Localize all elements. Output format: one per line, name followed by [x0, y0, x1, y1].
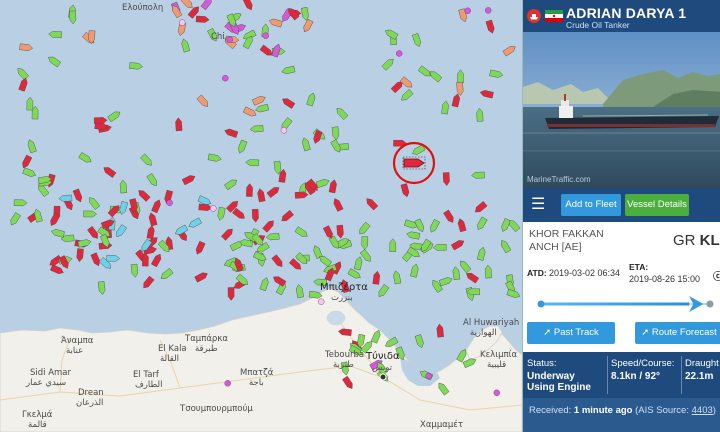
- ais-source-prefix: (AIS Source:: [635, 405, 689, 416]
- label-annaba-ar: عنابة: [66, 346, 84, 356]
- label-tunis: Τύνιδα: [366, 351, 400, 362]
- draught-label: Draught: [685, 358, 719, 369]
- received-label: Received:: [529, 405, 572, 416]
- label-tebourba: Tebourba: [325, 350, 365, 360]
- label-bizerte: Μπιζέρτα: [320, 282, 368, 293]
- anchored-vessel-marker[interactable]: [464, 7, 471, 15]
- tunis-port-marker[interactable]: [379, 373, 387, 381]
- map-view[interactable]: Ελούπολη Chi Μπιζέρτα بنزرت Άναμπα عنابة…: [0, 0, 522, 432]
- label-annaba: Άναμπα: [61, 336, 94, 346]
- past-track-button[interactable]: ➚ Past Track: [527, 322, 615, 344]
- tanker-type-icon: [527, 9, 541, 23]
- status-value-line1: Underway: [527, 371, 575, 382]
- anchored-vessel-marker[interactable]: [262, 32, 269, 39]
- vessel-type: Crude Oil Tanker: [566, 20, 630, 30]
- label-drean: Drean: [78, 388, 104, 398]
- ais-source-suffix: ): [712, 405, 716, 416]
- anchored-vessel-marker[interactable]: [493, 389, 500, 396]
- label-kelibia: Κελιμπία: [480, 350, 518, 360]
- route-progress-fill: [541, 302, 690, 306]
- track-buttons: ➚ Past Track ➚ Route Forecast: [523, 318, 720, 352]
- atd-label: ATD:: [527, 268, 547, 278]
- eta-value: 2019-08-26 15:00: [629, 274, 701, 284]
- destination-port: KLX: [699, 232, 720, 249]
- past-track-label: Past Track: [553, 327, 599, 338]
- speed-course-label: Speed/Course:: [611, 358, 675, 369]
- anchored-vessel-marker[interactable]: [224, 380, 231, 387]
- route-forecast-icon: ➚: [641, 327, 652, 338]
- destination-country: GR: [673, 232, 696, 249]
- label-al-huwariyah-ar: الهوارية: [470, 328, 497, 338]
- label-bizerte-ar: بنزرت: [331, 293, 353, 303]
- received-info: Received: 1 minute ago (AIS Source: 4403…: [523, 398, 720, 432]
- label-el-tarf-ar: الطارف: [135, 380, 163, 390]
- iran-flag-icon: [545, 10, 563, 22]
- anchored-vessel-marker[interactable]: [226, 36, 234, 43]
- draught-value: 22.1m: [685, 371, 714, 382]
- anchored-vessel-marker[interactable]: [222, 74, 229, 82]
- origin-dot: [537, 300, 545, 308]
- label-el-tarf: El Tarf: [133, 370, 159, 380]
- destination-code[interactable]: GR KLX: [673, 232, 720, 249]
- label-eloupole: Ελούπολη: [122, 3, 164, 13]
- bizerte-lagoon: [326, 310, 346, 326]
- label-drean-ar: الذرعان: [76, 398, 104, 408]
- photo-watermark: MarineTraffic.com: [527, 175, 591, 184]
- label-chi: Chi: [211, 32, 225, 42]
- eta-label: ETA:: [629, 262, 649, 272]
- label-sidi-amar: Sidi Amar: [30, 368, 72, 378]
- status-divider-2: [681, 356, 682, 394]
- anchored-vessel-marker[interactable]: [178, 19, 186, 26]
- label-tebourba-ar: طبربة: [333, 360, 354, 370]
- label-tabarka: Ταμπάρκα: [185, 334, 228, 344]
- anchored-vessel-marker[interactable]: [210, 205, 217, 212]
- vessel-name: ADRIAN DARYA 1: [566, 5, 687, 21]
- anchored-vessel-marker[interactable]: [396, 50, 403, 57]
- vessel-details-button[interactable]: Vessel Details: [625, 194, 689, 216]
- destination-dot: [706, 300, 714, 308]
- label-tabarka-ar: طبرقة: [195, 344, 218, 354]
- route-forecast-label: Route Forecast: [651, 327, 717, 338]
- anchored-vessel-marker[interactable]: [485, 7, 492, 14]
- status-divider-1: [607, 356, 608, 394]
- status-value-line2: Using Engine: [527, 382, 591, 393]
- label-guelma: Γκελμά: [22, 410, 53, 420]
- anchored-vessel-marker[interactable]: [425, 372, 432, 380]
- label-al-huwariyah: Al Huwariyah: [463, 318, 520, 328]
- label-el-kala-ar: القالة: [160, 354, 179, 364]
- label-tsoubourboum: Τσουμπουρμπούμ: [180, 404, 253, 414]
- vessel-info-panel: ADRIAN DARYA 1 Crude Oil Tanker MarineTr…: [522, 0, 720, 432]
- label-guelma-ar: قالمة: [28, 420, 47, 430]
- route-forecast-button[interactable]: ➚ Route Forecast: [635, 322, 720, 344]
- label-beja-ar: باجة: [249, 378, 264, 388]
- label-tunis-ar: تونس: [372, 363, 392, 373]
- route-progress-bar: [523, 294, 720, 318]
- vessel-header: ADRIAN DARYA 1 Crude Oil Tanker: [523, 0, 720, 32]
- past-track-icon: ➚: [543, 327, 554, 338]
- anchored-vessel-marker[interactable]: [166, 199, 173, 207]
- vessel-toolbar: ☰ Add to Fleet Vessel Details: [523, 188, 720, 222]
- anchored-vessel-marker[interactable]: [280, 127, 288, 134]
- received-value: 1 minute ago: [573, 405, 633, 416]
- atd-value: 2019-03-02 06:34: [549, 268, 621, 278]
- departure-port[interactable]: KHOR FAKKAN ANCH [AE]: [529, 228, 619, 254]
- ais-source-link[interactable]: 4403: [692, 405, 713, 416]
- eta-info-icon[interactable]: ⓒ: [713, 268, 720, 283]
- anchored-vessel-marker[interactable]: [318, 298, 325, 305]
- vessel-photo[interactable]: MarineTraffic.com: [523, 32, 720, 188]
- label-kelibia-ar: قليبية: [487, 360, 507, 370]
- label-hammamet: Χαμμαμέτ: [420, 420, 463, 430]
- label-el-kala: El Kala: [158, 344, 187, 354]
- voyage-info: KHOR FAKKAN ANCH [AE] GR KLX ATD: 2019-0…: [523, 222, 720, 294]
- label-sidi-amar-ar: سيدي عمار: [26, 378, 67, 388]
- label-beja: Μπατζά: [240, 368, 274, 378]
- menu-icon[interactable]: ☰: [531, 197, 545, 213]
- speed-course-value: 8.1kn / 92°: [611, 371, 661, 382]
- status-label: Status:: [527, 358, 557, 369]
- add-to-fleet-button[interactable]: Add to Fleet: [561, 194, 621, 216]
- vessel-status-bar: Status: Underway Using Engine Speed/Cour…: [523, 352, 720, 398]
